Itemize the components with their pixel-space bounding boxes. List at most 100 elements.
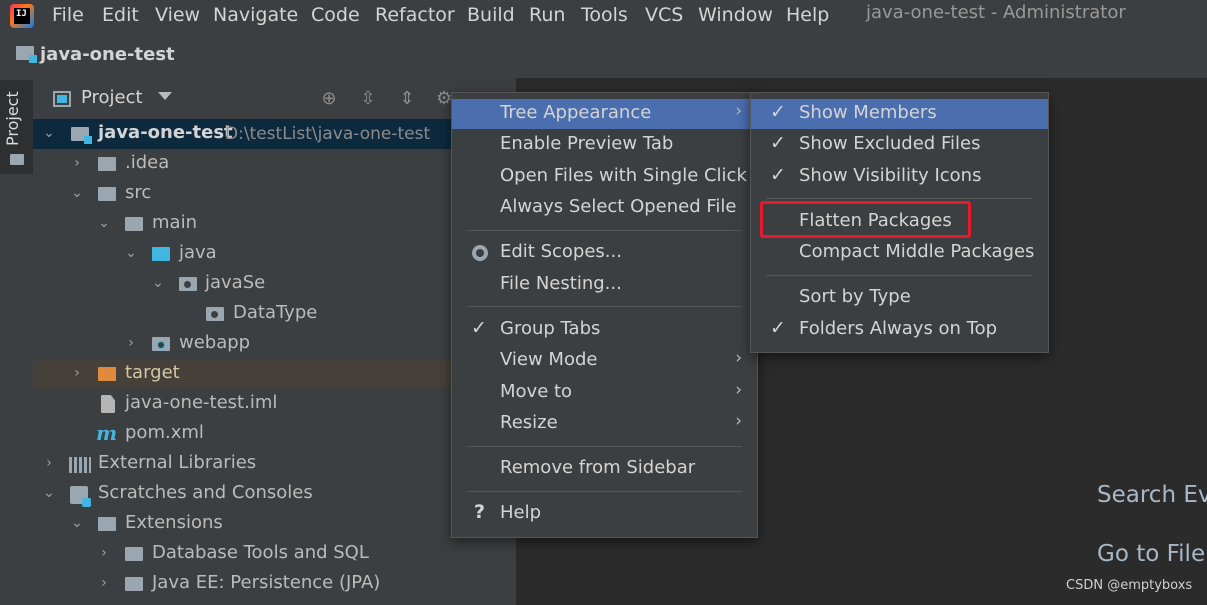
- chevron-down-icon[interactable]: ⌄: [69, 185, 85, 201]
- locate-icon[interactable]: ⊕: [318, 88, 340, 110]
- tree-row-extensions[interactable]: ⌄ Extensions: [33, 509, 516, 539]
- tree-row-target[interactable]: › target: [33, 359, 516, 389]
- menu-tools[interactable]: Tools: [581, 2, 628, 28]
- tree-row-idea[interactable]: › .idea: [33, 149, 516, 179]
- source-folder-icon: [152, 247, 170, 261]
- panel-title[interactable]: Project: [81, 87, 143, 108]
- check-icon: ✓: [471, 317, 487, 339]
- menu-item-file-nesting[interactable]: File Nesting...: [452, 270, 757, 300]
- check-icon: ✓: [770, 132, 786, 154]
- tree-path-root: D:\testList\java-one-test: [225, 124, 431, 144]
- gear-icon[interactable]: ⚙: [436, 88, 452, 110]
- menu-separator: [467, 230, 742, 231]
- tree-label-webapp: webapp: [179, 332, 251, 353]
- menu-vcs[interactable]: VCS: [645, 2, 683, 28]
- submenu-item-folders-on-top[interactable]: ✓ Folders Always on Top: [751, 315, 1048, 345]
- tree-label-extensions: Extensions: [125, 512, 223, 533]
- menu-separator: [467, 446, 742, 447]
- tree-row-root[interactable]: ⌄ java-one-test D:\testList\java-one-tes…: [33, 119, 516, 149]
- menu-item-move-to[interactable]: Move to ›: [452, 378, 757, 408]
- collapse-all-icon[interactable]: ⇕: [396, 88, 418, 110]
- check-icon: ✓: [770, 317, 786, 339]
- tree-row-src[interactable]: ⌄ src: [33, 179, 516, 209]
- folder-icon: [125, 547, 143, 561]
- chevron-down-icon[interactable]: ⌄: [150, 275, 166, 291]
- menu-item-remove-from-sidebar[interactable]: Remove from Sidebar: [452, 454, 757, 484]
- tree-row-scratches[interactable]: ⌄ Scratches and Consoles: [33, 479, 516, 509]
- tree-row-database-tools[interactable]: › Database Tools and SQL: [33, 539, 516, 569]
- menu-item-edit-scopes[interactable]: Edit Scopes...: [452, 238, 757, 268]
- chevron-down-icon[interactable]: ⌄: [41, 125, 57, 141]
- folder-icon: [98, 157, 116, 171]
- chevron-down-icon[interactable]: [158, 92, 172, 100]
- breadcrumb-project[interactable]: java-one-test: [40, 44, 175, 65]
- chevron-right-icon[interactable]: ›: [96, 575, 112, 591]
- menu-item-group-tabs[interactable]: ✓ Group Tabs: [452, 315, 757, 345]
- submenu-item-sort-by-type[interactable]: Sort by Type: [751, 283, 1048, 313]
- tree-row-javase[interactable]: ⌄ javaSe: [33, 269, 516, 299]
- tree-label-pom: pom.xml: [125, 422, 204, 443]
- search-everywhere-hint: Search Ev: [1097, 482, 1207, 508]
- tree-row-java[interactable]: ⌄ java: [33, 239, 516, 269]
- submenu-item-show-excluded[interactable]: ✓ Show Excluded Files: [751, 130, 1048, 160]
- menu-view[interactable]: View: [155, 2, 200, 28]
- tree-row-iml[interactable]: java-one-test.iml: [33, 389, 516, 419]
- menu-refactor[interactable]: Refactor: [375, 2, 455, 28]
- chevron-right-icon: ›: [735, 380, 742, 400]
- menu-item-tree-appearance[interactable]: Tree Appearance ›: [452, 99, 757, 129]
- module-file-icon: [101, 395, 115, 413]
- menu-item-open-single-click[interactable]: Open Files with Single Click: [452, 162, 757, 192]
- annotation-highlight-box: [760, 201, 971, 238]
- tree-row-datatype[interactable]: DataType: [33, 299, 516, 329]
- chevron-right-icon[interactable]: ›: [41, 455, 57, 471]
- help-icon: ?: [474, 501, 486, 523]
- intellij-logo-icon[interactable]: IJ: [10, 4, 34, 28]
- chevron-down-icon[interactable]: ⌄: [69, 515, 85, 531]
- excluded-folder-icon: [98, 367, 116, 381]
- chevron-right-icon[interactable]: ›: [69, 155, 85, 171]
- menu-separator: [766, 198, 1033, 199]
- menu-separator: [766, 275, 1033, 276]
- tree-row-webapp[interactable]: › webapp: [33, 329, 516, 359]
- menu-item-help[interactable]: ? Help: [452, 499, 757, 529]
- chevron-right-icon[interactable]: ›: [69, 365, 85, 381]
- menu-item-resize[interactable]: Resize ›: [452, 409, 757, 439]
- menu-file[interactable]: File: [52, 2, 84, 28]
- expand-all-icon[interactable]: ⇳: [357, 88, 379, 110]
- menu-item-always-select-opened[interactable]: Always Select Opened File: [452, 193, 757, 223]
- menu-code[interactable]: Code: [311, 2, 360, 28]
- menu-help[interactable]: Help: [786, 2, 829, 28]
- chevron-right-icon[interactable]: ›: [123, 335, 139, 351]
- folder-icon: [98, 517, 116, 531]
- project-view-icon: [53, 91, 71, 107]
- project-folder-icon: [16, 46, 37, 63]
- submenu-item-compact-middle[interactable]: Compact Middle Packages: [751, 238, 1048, 268]
- menu-item-enable-preview-tab[interactable]: Enable Preview Tab: [452, 130, 757, 160]
- scopes-icon: [472, 245, 488, 261]
- chevron-down-icon[interactable]: ⌄: [123, 245, 139, 261]
- submenu-item-show-visibility[interactable]: ✓ Show Visibility Icons: [751, 162, 1048, 192]
- chevron-right-icon: ›: [735, 348, 742, 368]
- tree-row-pom[interactable]: m pom.xml: [33, 419, 516, 449]
- go-to-file-hint: Go to File: [1097, 541, 1206, 567]
- menu-window[interactable]: Window: [698, 2, 773, 28]
- tree-row-java-ee[interactable]: › Java EE: Persistence (JPA): [33, 569, 516, 599]
- menu-item-view-mode[interactable]: View Mode ›: [452, 346, 757, 376]
- package-icon: [206, 307, 224, 321]
- menu-navigate[interactable]: Navigate: [213, 2, 298, 28]
- menu-edit[interactable]: Edit: [102, 2, 139, 28]
- menu-run[interactable]: Run: [529, 2, 565, 28]
- tree-label-iml: java-one-test.iml: [125, 392, 278, 413]
- tree-row-external-libraries[interactable]: › External Libraries: [33, 449, 516, 479]
- tree-row-main[interactable]: ⌄ main: [33, 209, 516, 239]
- submenu-item-show-members[interactable]: ✓ Show Members: [751, 99, 1048, 129]
- tree-label-javase: javaSe: [205, 272, 266, 293]
- maven-icon: m: [96, 421, 118, 445]
- menu-build[interactable]: Build: [467, 2, 515, 28]
- chevron-down-icon[interactable]: ⌄: [96, 215, 112, 231]
- folder-icon: [125, 577, 143, 591]
- folder-icon: [98, 187, 116, 201]
- chevron-down-icon[interactable]: ⌄: [41, 485, 57, 501]
- chevron-right-icon[interactable]: ›: [96, 545, 112, 561]
- project-tool-tab-label[interactable]: Project: [3, 91, 22, 146]
